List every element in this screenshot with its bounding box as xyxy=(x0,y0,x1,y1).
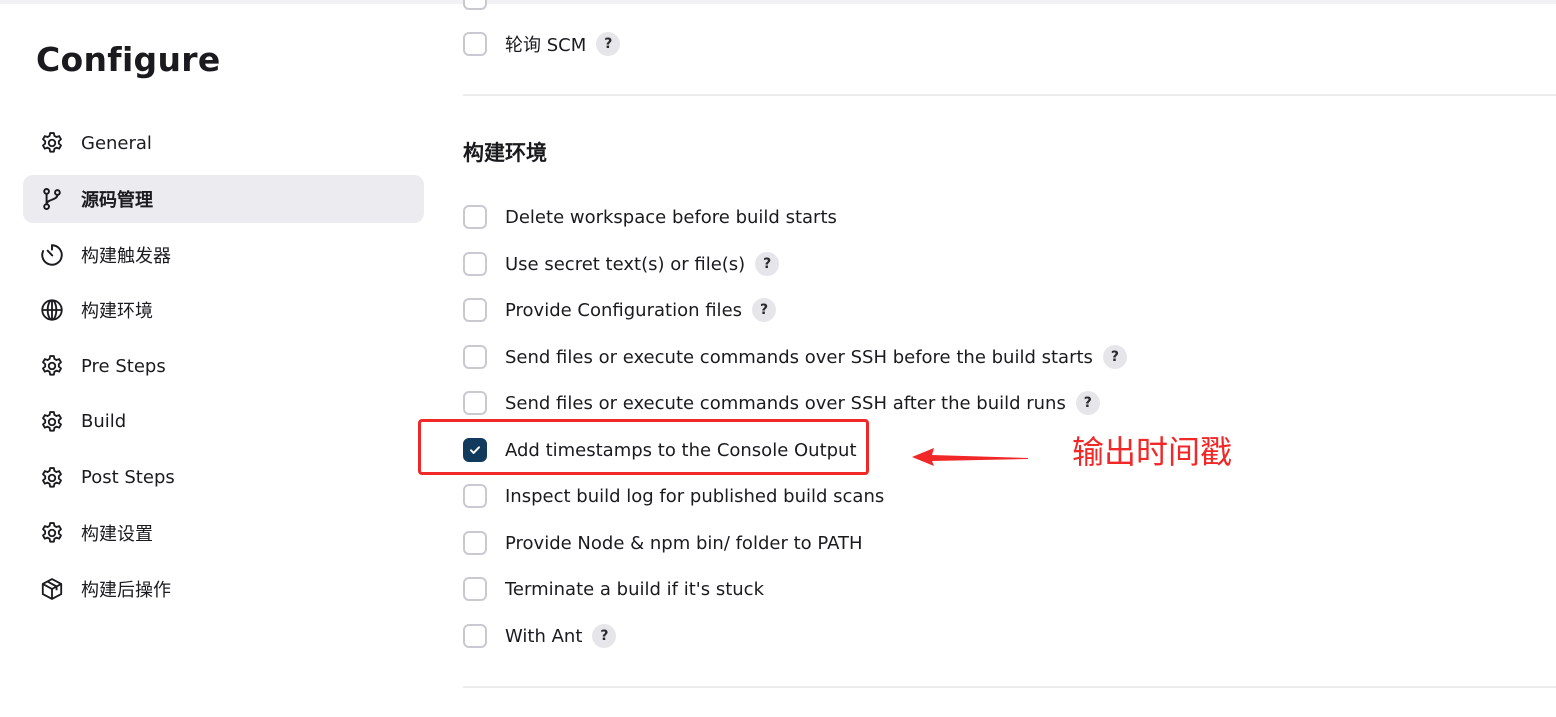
main-content: 轮询 SCM ? 构建环境 Delete workspace before bu… xyxy=(463,0,1556,717)
gear-icon xyxy=(39,520,65,546)
sidebar-item-post-build-actions[interactable]: 构建后操作 xyxy=(23,565,424,613)
sidebar-item-label: 构建触发器 xyxy=(81,245,171,267)
ssh-before-checkbox[interactable] xyxy=(463,345,487,369)
sidebar-item-general[interactable]: General xyxy=(23,119,424,167)
option-config-files: Provide Configuration files ? xyxy=(463,296,777,324)
sidebar: Configure General 源码管理 构建触发器 构建环境 Pre St… xyxy=(0,0,440,717)
sidebar-nav: General 源码管理 构建触发器 构建环境 Pre Steps Build … xyxy=(23,119,424,621)
section-divider xyxy=(463,94,1556,96)
section-title-build-environment: 构建环境 xyxy=(463,141,547,165)
sidebar-item-post-steps[interactable]: Post Steps xyxy=(23,454,424,502)
option-label: 轮询 SCM xyxy=(505,35,587,56)
sidebar-item-label: 源码管理 xyxy=(81,189,153,211)
ssh-after-checkbox[interactable] xyxy=(463,391,487,415)
option-poll-scm: 轮询 SCM ? xyxy=(463,30,621,58)
gear-icon xyxy=(39,409,65,435)
option-delete-workspace: Delete workspace before build starts xyxy=(463,203,837,231)
sidebar-item-label: 构建环境 xyxy=(81,301,153,323)
option-with-ant: With Ant ? xyxy=(463,622,617,650)
option-node-npm: Provide Node & npm bin/ folder to PATH xyxy=(463,529,863,557)
help-icon[interactable]: ? xyxy=(755,252,780,276)
node-npm-checkbox[interactable] xyxy=(463,531,487,555)
option-terminate-stuck: Terminate a build if it's stuck xyxy=(463,575,764,603)
option-secret-text: Use secret text(s) or file(s) ? xyxy=(463,250,780,278)
arrow-left-icon xyxy=(912,448,1028,466)
sidebar-item-build-settings[interactable]: 构建设置 xyxy=(23,509,424,557)
option-label: With Ant xyxy=(505,625,583,647)
option-label: Inspect build log for published build sc… xyxy=(505,485,885,507)
option-label: Provide Configuration files xyxy=(505,299,743,321)
cut-off-option xyxy=(463,0,487,12)
page-title: Configure xyxy=(36,40,221,79)
gear-icon xyxy=(39,130,65,156)
sidebar-item-label: Pre Steps xyxy=(81,355,166,377)
option-label: Send files or execute commands over SSH … xyxy=(505,392,1066,414)
help-icon[interactable]: ? xyxy=(752,298,777,322)
sidebar-item-label: Post Steps xyxy=(81,467,175,488)
sidebar-item-label: General xyxy=(81,132,152,154)
with-ant-checkbox[interactable] xyxy=(463,624,487,648)
secret-text-checkbox[interactable] xyxy=(463,252,487,276)
sidebar-item-build[interactable]: Build xyxy=(23,398,424,446)
gear-icon xyxy=(39,465,65,491)
option-label: Provide Node & npm bin/ folder to PATH xyxy=(505,532,863,554)
config-files-checkbox[interactable] xyxy=(463,298,487,322)
sidebar-item-pre-steps[interactable]: Pre Steps xyxy=(23,342,424,390)
option-label: Terminate a build if it's stuck xyxy=(505,578,764,600)
globe-icon xyxy=(39,297,65,323)
annotation-label: 输出时间戳 xyxy=(1072,433,1233,471)
option-ssh-before: Send files or execute commands over SSH … xyxy=(463,343,1127,371)
highlight-box xyxy=(418,419,869,475)
sidebar-item-label: Build xyxy=(81,411,127,433)
sidebar-item-label: 构建后操作 xyxy=(81,580,171,601)
gear-icon xyxy=(39,353,65,379)
sidebar-item-label: 构建设置 xyxy=(81,524,153,546)
option-label: Use secret text(s) or file(s) xyxy=(505,253,746,275)
help-icon[interactable]: ? xyxy=(1075,391,1100,415)
help-icon[interactable]: ? xyxy=(596,32,621,56)
sidebar-item-source-control[interactable]: 源码管理 xyxy=(23,174,424,223)
option-ssh-after: Send files or execute commands over SSH … xyxy=(463,389,1100,417)
option-label: Delete workspace before build starts xyxy=(505,206,837,228)
git-branch-icon xyxy=(39,186,65,212)
option-label: Send files or execute commands over SSH … xyxy=(505,346,1093,368)
sidebar-item-build-triggers[interactable]: 构建触发器 xyxy=(23,231,424,279)
help-icon[interactable]: ? xyxy=(592,624,617,648)
checkbox[interactable] xyxy=(463,0,487,10)
sidebar-item-build-environment[interactable]: 构建环境 xyxy=(23,286,424,334)
delete-workspace-checkbox[interactable] xyxy=(463,205,487,229)
section-divider xyxy=(463,686,1556,688)
poll-scm-checkbox[interactable] xyxy=(463,32,487,56)
help-icon[interactable]: ? xyxy=(1102,345,1127,369)
inspect-build-log-checkbox[interactable] xyxy=(463,484,487,508)
terminate-stuck-checkbox[interactable] xyxy=(463,577,487,601)
option-inspect-build-log: Inspect build log for published build sc… xyxy=(463,482,884,510)
timer-icon xyxy=(39,242,65,268)
package-icon xyxy=(39,576,65,602)
